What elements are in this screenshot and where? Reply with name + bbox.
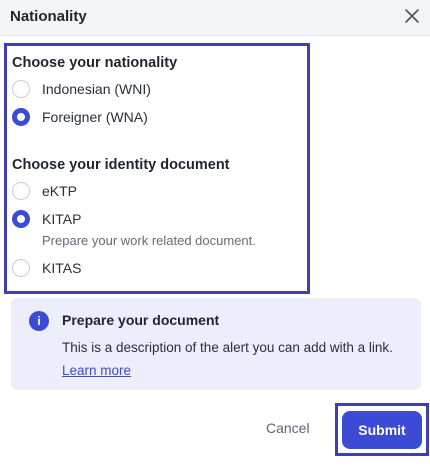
alert-description: This is a description of the alert you c…	[62, 336, 412, 382]
learn-more-link[interactable]: Learn more	[62, 363, 131, 378]
cancel-button[interactable]: Cancel	[266, 420, 310, 436]
radio-option-ektp[interactable]: eKTP	[12, 180, 77, 202]
radio-label: KITAS	[42, 260, 82, 276]
close-icon[interactable]	[402, 6, 422, 26]
radio-label: eKTP	[42, 183, 78, 199]
alert-description-text: This is a description of the alert you c…	[62, 340, 393, 355]
radio-button[interactable]	[12, 182, 30, 200]
info-alert: i Prepare your document This is a descri…	[11, 298, 421, 390]
radio-label: KITAP	[42, 211, 82, 227]
radio-option-indonesian[interactable]: Indonesian (WNI)	[12, 78, 151, 100]
nationality-modal: Nationality Choose your nationality Indo…	[0, 0, 430, 470]
kitap-help-text: Prepare your work related document.	[42, 233, 256, 248]
radio-button-checked[interactable]	[12, 108, 30, 126]
modal-header: Nationality	[0, 0, 430, 36]
identity-group-title: Choose your identity document	[12, 157, 230, 173]
radio-label: Foreigner (WNA)	[42, 109, 148, 125]
radio-label: Indonesian (WNI)	[42, 81, 151, 97]
submit-button[interactable]: Submit	[342, 411, 422, 449]
radio-button-checked[interactable]	[12, 210, 30, 228]
nationality-group-title: Choose your nationality	[12, 55, 178, 71]
alert-title: Prepare your document	[62, 312, 220, 328]
modal-title: Nationality	[10, 8, 87, 25]
radio-button[interactable]	[12, 80, 30, 98]
radio-option-kitap[interactable]: KITAP	[12, 208, 81, 230]
radio-option-kitas[interactable]: KITAS	[12, 257, 81, 279]
info-icon: i	[29, 311, 49, 331]
radio-option-foreigner[interactable]: Foreigner (WNA)	[12, 106, 148, 128]
radio-button[interactable]	[12, 259, 30, 277]
